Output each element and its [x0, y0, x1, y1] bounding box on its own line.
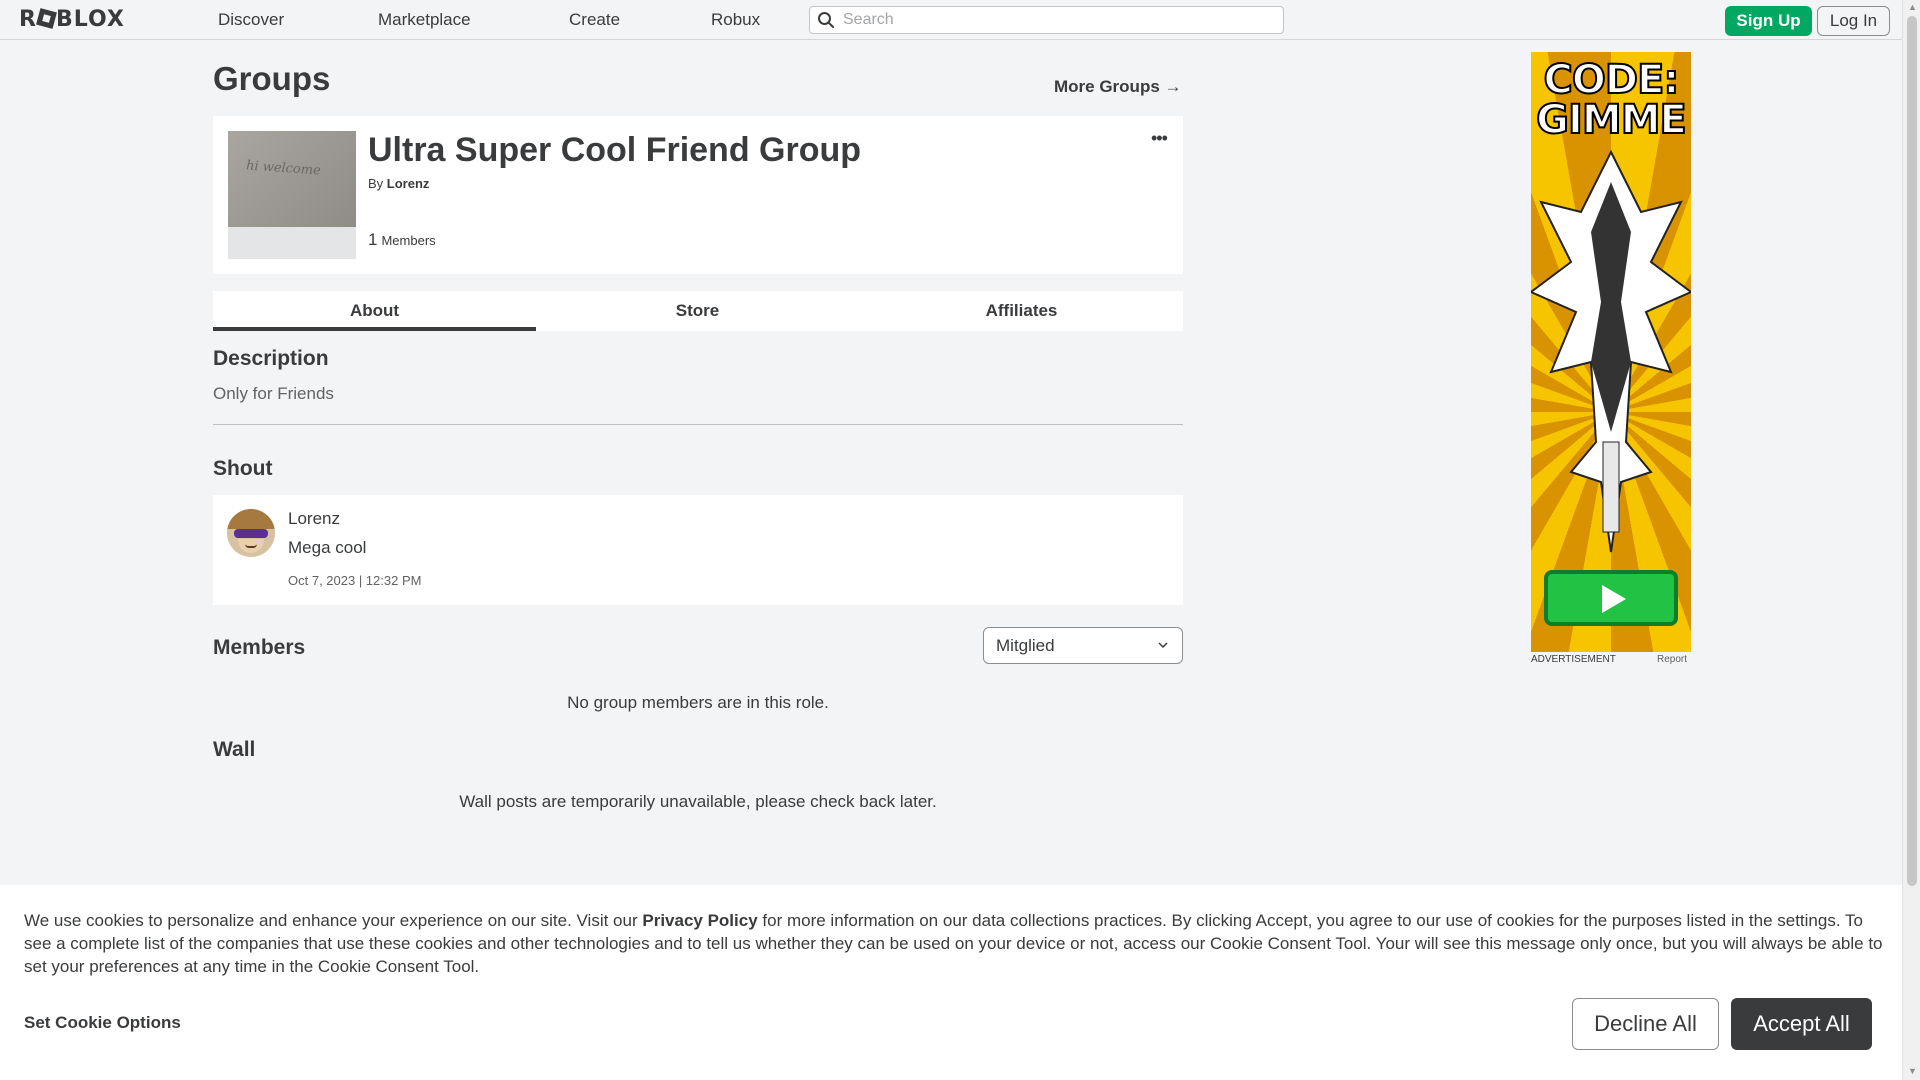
nav-robux[interactable]: Robux [711, 10, 760, 30]
members-empty-message: No group members are in this role. [567, 693, 829, 712]
search-input[interactable] [843, 10, 1273, 30]
tab-affiliates[interactable]: Affiliates [860, 291, 1183, 331]
page-scrollbar[interactable]: ▲ ▼ [1902, 0, 1920, 1080]
group-header-card: hi welcome Ultra Super Cool Friend Group… [213, 116, 1183, 274]
by-label: By [368, 176, 384, 191]
shout-card: Lorenz Mega cool Oct 7, 2023 | 12:32 PM [213, 495, 1183, 605]
wall-unavailable-message: Wall posts are temporarily unavailable, … [459, 792, 937, 811]
group-tabs: About Store Affiliates [213, 291, 1183, 331]
shout-username[interactable]: Lorenz [288, 509, 340, 529]
ad-creature-art [1531, 149, 1691, 553]
top-navigation: R BLOX Discover Marketplace Create Robux … [0, 0, 1902, 40]
nav-create[interactable]: Create [569, 10, 620, 30]
more-groups-link[interactable]: More Groups → [1054, 77, 1182, 97]
decline-all-button[interactable]: Decline All [1572, 998, 1719, 1050]
search-box [809, 6, 1284, 34]
cookie-banner: We use cookies to personalize and enhanc… [0, 885, 1902, 1080]
owner-link[interactable]: Lorenz [387, 176, 430, 191]
description-text: Only for Friends [213, 384, 334, 403]
play-icon [1602, 585, 1626, 613]
members-heading: Members [213, 636, 306, 659]
member-count-value: 1 [368, 230, 378, 249]
chevron-down-icon [1158, 642, 1168, 649]
search-icon [818, 12, 834, 28]
logo-o-icon [36, 8, 57, 29]
group-owner: By Lorenz [368, 176, 429, 191]
scroll-down-icon[interactable]: ▼ [1908, 1066, 1917, 1076]
section-divider [213, 424, 1183, 425]
avatar-glasses [234, 529, 268, 538]
role-select[interactable]: Mitglied [983, 627, 1183, 664]
shout-timestamp: Oct 7, 2023 | 12:32 PM [288, 573, 422, 588]
cookie-text-1: We use cookies to personalize and enhanc… [24, 911, 643, 930]
group-member-count: 1 Members [368, 230, 436, 250]
avatar[interactable] [227, 509, 275, 557]
ad-report-link[interactable]: Report [1657, 654, 1687, 665]
shout-message: Mega cool [288, 538, 367, 557]
roblox-logo[interactable]: R BLOX [19, 7, 125, 32]
set-cookie-options-link[interactable]: Set Cookie Options [24, 1013, 181, 1033]
accept-all-button[interactable]: Accept All [1731, 998, 1872, 1050]
cookie-message: We use cookies to personalize and enhanc… [24, 909, 1884, 978]
shout-heading: Shout [213, 457, 273, 480]
group-emblem: hi welcome [228, 131, 356, 259]
role-select-value: Mitglied [996, 636, 1055, 655]
ad-label: ADVERTISEMENT [1531, 654, 1616, 665]
more-options-icon[interactable]: ••• [1151, 128, 1168, 149]
member-count-label: Members [381, 233, 436, 248]
avatar-hair [227, 509, 275, 529]
emblem-image [228, 131, 356, 227]
page-title: Groups [213, 60, 331, 97]
tab-about[interactable]: About [213, 291, 536, 331]
group-name: Ultra Super Cool Friend Group [368, 131, 862, 169]
nav-marketplace[interactable]: Marketplace [378, 10, 471, 30]
scrollbar-thumb[interactable] [1907, 16, 1917, 886]
description-heading: Description [213, 347, 329, 370]
ad-play-button[interactable] [1544, 570, 1678, 626]
wall-heading: Wall [213, 738, 256, 761]
login-button[interactable]: Log In [1817, 6, 1890, 36]
scroll-up-icon[interactable]: ▲ [1908, 2, 1917, 12]
ad-headline: CODE: GIMME [1535, 57, 1688, 143]
nav-discover[interactable]: Discover [218, 10, 284, 30]
tab-store[interactable]: Store [536, 291, 859, 331]
privacy-policy-link[interactable]: Privacy Policy [642, 911, 757, 930]
signup-button[interactable]: Sign Up [1725, 6, 1812, 36]
advertisement-banner[interactable]: CODE: GIMME [1531, 52, 1691, 652]
